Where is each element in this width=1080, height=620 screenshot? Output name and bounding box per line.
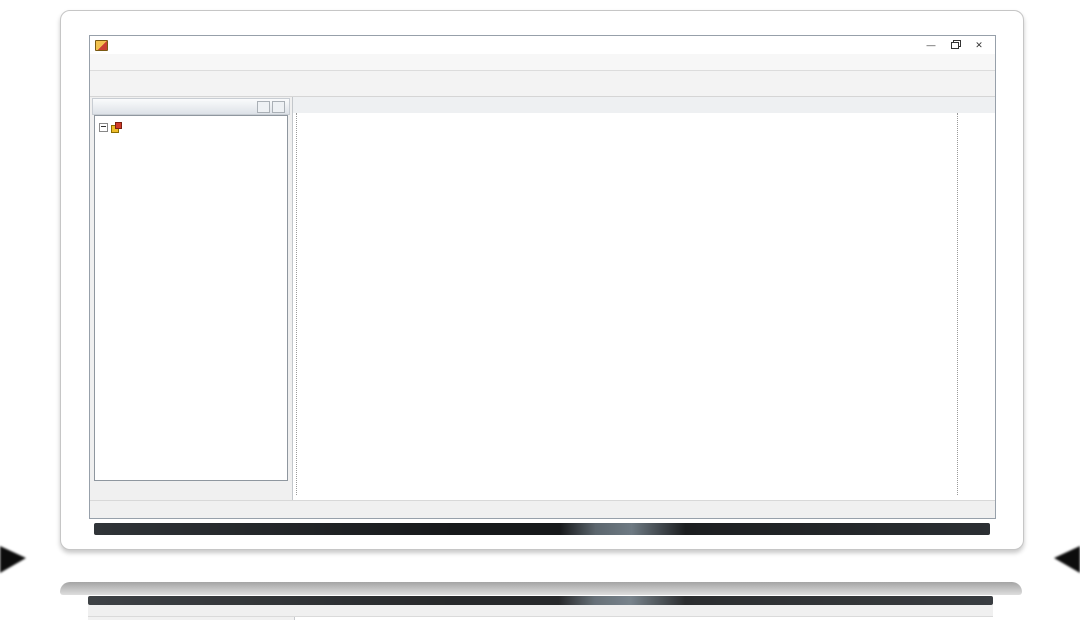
shadow-wedge-right (1054, 546, 1080, 573)
tree-root[interactable] (99, 119, 287, 135)
panel-header (92, 98, 290, 115)
shadow-wedge-left (0, 546, 26, 573)
restore-button[interactable] (948, 39, 962, 51)
document-canvas (293, 113, 995, 501)
document-area (292, 97, 995, 501)
reflection-card-edge (60, 582, 1022, 595)
app-icon (95, 40, 108, 51)
page-background: — ✕ (0, 0, 1080, 620)
margin-guide-left (296, 113, 297, 495)
margin-guide-right (957, 113, 958, 495)
window-reflection (60, 582, 1022, 620)
reflection-statusbar (88, 605, 993, 617)
minimize-button[interactable]: — (924, 39, 938, 51)
pin-icon[interactable] (257, 101, 270, 113)
window-base-bar (94, 523, 990, 535)
document-tabbar (293, 97, 995, 114)
part-icon (111, 122, 121, 132)
reflection-base-bar (88, 596, 993, 605)
workspace (90, 97, 995, 501)
screenshot-card: — ✕ (60, 10, 1024, 550)
process-card-sheet (305, 114, 953, 500)
toolbar (90, 71, 995, 97)
app-window: — ✕ (89, 35, 996, 519)
card-manager-panel (90, 97, 292, 501)
close-panel-icon[interactable] (272, 101, 285, 113)
close-button[interactable]: ✕ (972, 39, 986, 51)
menubar (90, 54, 995, 71)
card-tree (94, 115, 288, 481)
titlebar: — ✕ (90, 36, 995, 54)
reflection-strip (88, 596, 993, 620)
collapse-icon[interactable] (99, 123, 108, 132)
statusbar (90, 500, 995, 518)
